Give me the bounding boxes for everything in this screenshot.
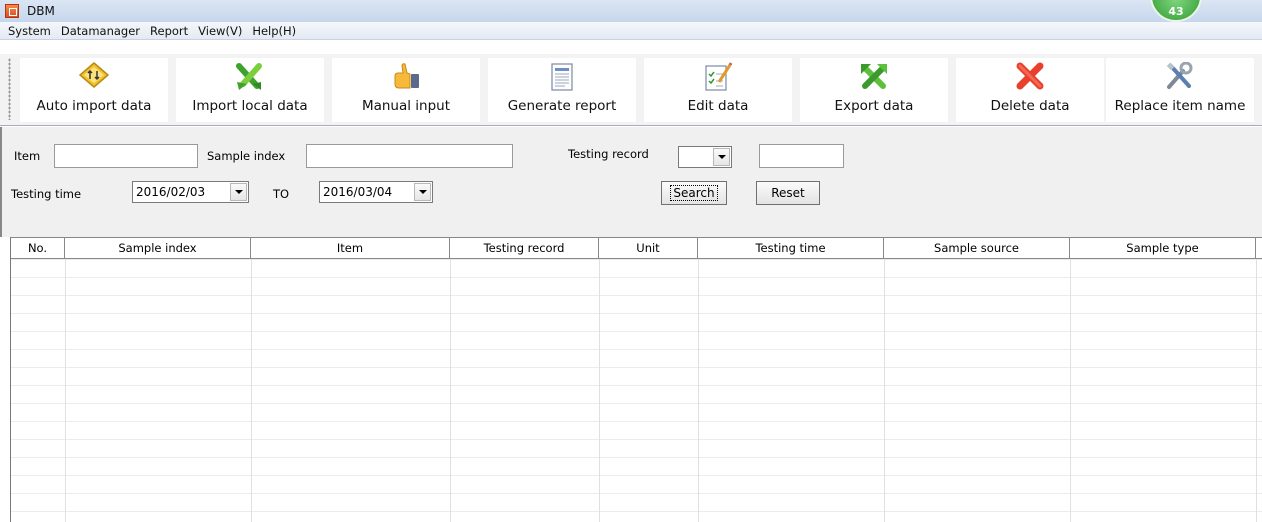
manual-input-button[interactable]: Manual input bbox=[332, 58, 480, 122]
column-header-unit[interactable]: Unit bbox=[599, 238, 698, 258]
sample-index-input[interactable] bbox=[306, 144, 513, 168]
sample-index-label: Sample index bbox=[207, 149, 286, 163]
date-to-picker[interactable]: 2016/03/04 bbox=[319, 181, 433, 203]
manual-input-label: Manual input bbox=[361, 98, 451, 114]
menu-help[interactable]: Help(H) bbox=[247, 24, 301, 38]
auto-import-label: Auto import data bbox=[36, 98, 152, 114]
table-header: No. Sample index Item Testing record Uni… bbox=[11, 237, 1262, 259]
column-header-testing-record[interactable]: Testing record bbox=[450, 238, 599, 258]
chevron-down-icon[interactable] bbox=[713, 148, 730, 166]
testing-record-input[interactable] bbox=[759, 144, 844, 168]
column-header-sample-type[interactable]: Sample type bbox=[1070, 238, 1256, 258]
column-divider bbox=[450, 259, 451, 522]
generate-report-label: Generate report bbox=[507, 98, 617, 114]
toolbar: Auto import data Import local data Manua… bbox=[0, 54, 1262, 126]
chevron-down-icon[interactable] bbox=[230, 183, 247, 201]
delete-data-button[interactable]: Delete data bbox=[956, 58, 1104, 122]
item-label: Item bbox=[14, 149, 41, 163]
column-divider bbox=[884, 259, 885, 522]
menu-bar: System Datamanager Report View(V) Help(H… bbox=[0, 22, 1262, 40]
column-header-item[interactable]: Item bbox=[251, 238, 450, 258]
delete-x-icon bbox=[956, 58, 1104, 92]
import-local-label: Import local data bbox=[192, 98, 308, 114]
search-button[interactable]: Search bbox=[661, 181, 727, 205]
import-arrows-icon bbox=[176, 58, 324, 92]
data-table[interactable]: No. Sample index Item Testing record Uni… bbox=[10, 237, 1262, 522]
column-divider bbox=[599, 259, 600, 522]
auto-import-button[interactable]: Auto import data bbox=[20, 58, 168, 122]
edit-data-button[interactable]: Edit data bbox=[644, 58, 792, 122]
thumbs-up-icon bbox=[332, 58, 480, 92]
menu-report[interactable]: Report bbox=[145, 24, 193, 38]
column-divider bbox=[1256, 259, 1257, 522]
replace-item-name-label: Replace item name bbox=[1114, 98, 1246, 114]
column-divider bbox=[65, 259, 66, 522]
reset-button[interactable]: Reset bbox=[756, 181, 820, 205]
report-document-icon bbox=[488, 58, 636, 92]
toolbar-grip[interactable] bbox=[8, 58, 11, 120]
testing-record-select[interactable] bbox=[678, 146, 732, 168]
date-from-picker[interactable]: 2016/02/03 bbox=[132, 181, 249, 203]
tools-icon bbox=[1106, 58, 1254, 92]
column-divider bbox=[1070, 259, 1071, 522]
column-header-sample-index[interactable]: Sample index bbox=[65, 238, 251, 258]
date-to-value: 2016/03/04 bbox=[323, 185, 393, 199]
notification-badge[interactable]: 43 bbox=[1150, 0, 1202, 22]
export-data-button[interactable]: Export data bbox=[800, 58, 948, 122]
menu-system[interactable]: System bbox=[3, 24, 56, 38]
export-data-label: Export data bbox=[834, 98, 914, 114]
testing-record-label: Testing record bbox=[568, 147, 649, 161]
filter-panel: Item Sample index Testing record Testing… bbox=[0, 127, 1262, 237]
menu-datamanager[interactable]: Datamanager bbox=[56, 24, 145, 38]
menu-view[interactable]: View(V) bbox=[193, 24, 247, 38]
generate-report-button[interactable]: Generate report bbox=[488, 58, 636, 122]
column-divider bbox=[698, 259, 699, 522]
column-header-no[interactable]: No. bbox=[11, 238, 65, 258]
app-icon bbox=[5, 4, 19, 18]
edit-data-label: Edit data bbox=[687, 98, 749, 114]
search-button-label: Search bbox=[670, 185, 718, 201]
replace-item-name-button[interactable]: Replace item name bbox=[1106, 58, 1254, 122]
export-arrows-icon bbox=[800, 58, 948, 92]
reset-button-label: Reset bbox=[771, 186, 805, 200]
column-divider bbox=[251, 259, 252, 522]
auto-import-icon bbox=[20, 58, 168, 92]
table-body[interactable] bbox=[11, 259, 1262, 522]
edit-checklist-icon bbox=[644, 58, 792, 92]
window-title: DBM bbox=[27, 4, 55, 18]
column-header-sample-source[interactable]: Sample source bbox=[884, 238, 1070, 258]
title-bar: DBM 43 bbox=[0, 0, 1262, 22]
chevron-down-icon[interactable] bbox=[414, 183, 431, 201]
delete-data-label: Delete data bbox=[990, 98, 1070, 114]
testing-time-label: Testing time bbox=[11, 187, 82, 201]
date-from-value: 2016/02/03 bbox=[136, 185, 206, 199]
to-label: TO bbox=[273, 187, 290, 201]
import-local-button[interactable]: Import local data bbox=[176, 58, 324, 122]
item-input[interactable] bbox=[54, 144, 198, 168]
column-header-testing-time[interactable]: Testing time bbox=[698, 238, 884, 258]
